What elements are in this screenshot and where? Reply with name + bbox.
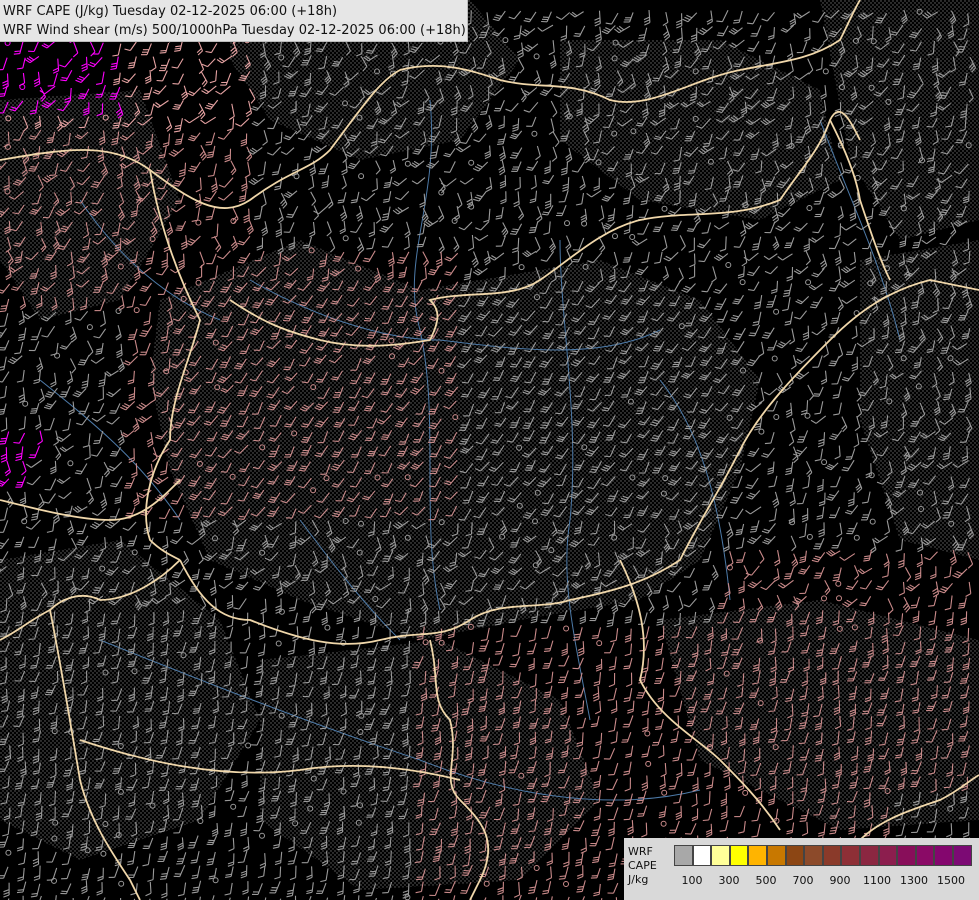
legend-swatch: [934, 845, 953, 866]
legend-swatch: [729, 845, 749, 866]
legend-swatch: [897, 845, 916, 866]
legend-tick-labels: 100 300 500 700 900 1100 1300 1500: [674, 874, 974, 888]
legend-swatch: [841, 845, 860, 866]
legend-swatch: [915, 845, 935, 866]
legend-tick: 1300: [900, 874, 928, 887]
legend-swatch: [804, 845, 823, 866]
legend-tick: 700: [792, 874, 814, 887]
legend-tick: 100: [681, 874, 703, 887]
cape-legend: WRF CAPE J/kg 100 300 500 700 900 1100 1300 150…: [624, 838, 979, 900]
legend-swatch: [674, 845, 693, 866]
legend-swatch: [822, 845, 842, 866]
legend-tick: 1100: [863, 874, 891, 887]
legend-field-label: CAPE: [628, 859, 657, 872]
legend-model-label: WRF: [628, 845, 653, 858]
legend-swatch: [878, 845, 898, 866]
legend-swatch: [692, 845, 712, 866]
legend-swatch: [952, 845, 972, 866]
legend-tick: 500: [755, 874, 777, 887]
legend-swatch: [859, 845, 879, 866]
legend-swatch: [766, 845, 786, 866]
legend-color-scale: [674, 845, 972, 866]
legend-tick: 1500: [937, 874, 965, 887]
cape-title: WRF CAPE (J/kg) Tuesday 02-12-2025 06:00…: [3, 4, 338, 19]
legend-swatch: [785, 845, 805, 866]
legend-unit-label: J/kg: [628, 873, 649, 886]
wind-shear-title: WRF Wind shear (m/s) 500/1000hPa Tuesday…: [3, 23, 466, 38]
legend-swatch: [711, 845, 730, 866]
map-title-box: WRF CAPE (J/kg) Tuesday 02-12-2025 06:00…: [0, 0, 468, 42]
legend-tick: 300: [718, 874, 740, 887]
weather-map: [0, 0, 979, 900]
legend-tick: 900: [829, 874, 851, 887]
legend-swatch: [748, 845, 767, 866]
legend-labels: WRF CAPE J/kg: [628, 845, 657, 887]
